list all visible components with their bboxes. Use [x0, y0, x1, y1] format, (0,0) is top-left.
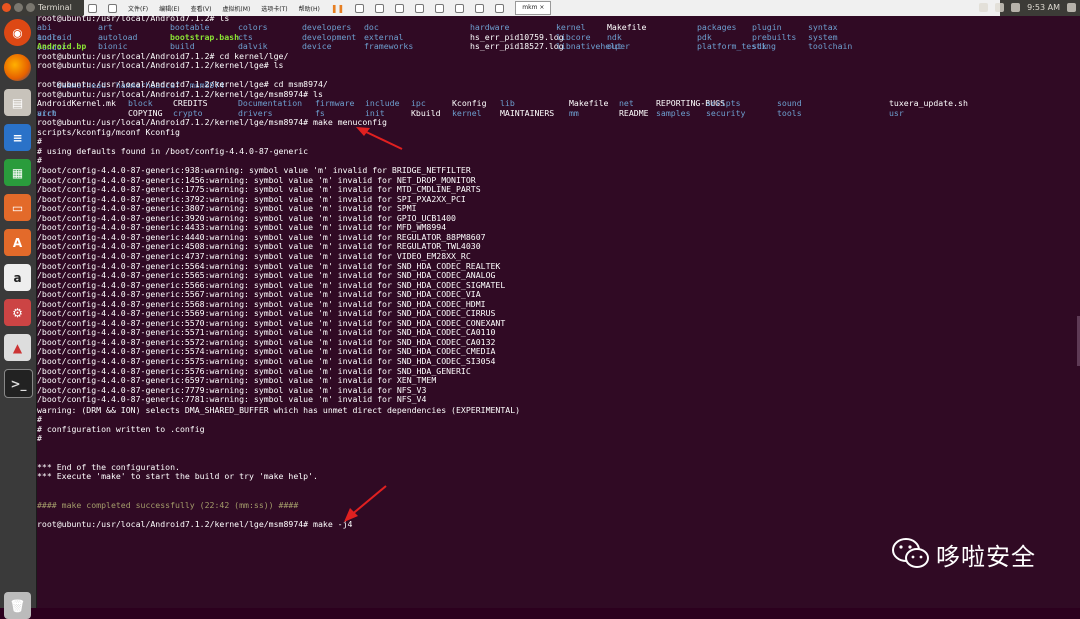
terminal-line: scripts/kconfig/mconf Kconfig — [37, 127, 180, 137]
watermark-text: 哆啦安全 — [936, 542, 1036, 571]
launcher: ◉ ▤ ≡ ▦ ▭ A a ⚙ ▲ >_ 🗑 — [0, 16, 37, 619]
settings-icon[interactable]: ⚙ — [4, 299, 31, 326]
vm-menu-tabs[interactable]: 选项卡(T) — [261, 4, 287, 13]
snapshot-manager-icon[interactable] — [415, 3, 425, 13]
trash-icon[interactable]: 🗑 — [4, 592, 31, 619]
ls-entry: libnativehelper — [556, 41, 630, 51]
ls-entry: kernel — [452, 108, 482, 118]
firefox-icon[interactable] — [4, 54, 31, 81]
software-center-icon[interactable]: A — [4, 229, 31, 256]
ls-entry: frameworks — [364, 41, 414, 51]
console-view-icon[interactable] — [475, 3, 485, 13]
terminal-line: *** Execute 'make' to start the build or… — [37, 471, 318, 481]
ls-entry: toolchain — [808, 41, 853, 51]
minimize-window-button[interactable] — [14, 3, 23, 12]
impress-icon[interactable]: ▭ — [4, 194, 31, 221]
amazon-icon[interactable]: a — [4, 264, 31, 291]
network-icon[interactable] — [979, 3, 989, 12]
ls-entry: security — [706, 108, 746, 118]
vm-tab-label: mkm — [522, 4, 538, 11]
ls-entry: usr — [889, 108, 904, 118]
ls-entry: hs_err_pid18527.log — [470, 41, 564, 51]
vm-tab[interactable]: mkm × — [515, 1, 552, 15]
writer-icon[interactable]: ≡ — [4, 124, 31, 151]
home-icon[interactable] — [108, 3, 117, 13]
pause-icon[interactable]: ❚❚ — [331, 4, 344, 13]
vm-menu-view[interactable]: 查看(V) — [191, 4, 212, 13]
wechat-icon — [892, 538, 929, 568]
terminal-line: # configuration written to .config — [37, 424, 205, 434]
vm-menu-help[interactable]: 帮助(H) — [299, 4, 320, 13]
calc-icon[interactable]: ▦ — [4, 159, 31, 186]
ls-entry: sdk — [752, 41, 767, 51]
terminal-line: # — [37, 433, 42, 443]
ls-entry: device — [302, 41, 332, 51]
gear-icon[interactable] — [1067, 3, 1076, 12]
ls-entry: samples — [656, 108, 691, 118]
terminal-icon[interactable]: >_ — [4, 369, 33, 398]
terminal-line: root@ubuntu:/usr/local/Android7.1.2/kern… — [37, 60, 284, 70]
vm-menu-file[interactable]: 文件(F) — [128, 4, 148, 13]
close-window-button[interactable] — [2, 3, 11, 12]
clock[interactable]: 9:53 AM — [1027, 3, 1060, 12]
warning-line: /boot/config-4.4.0-87-generic:7781:warni… — [37, 394, 427, 405]
snapshot-icon[interactable] — [375, 3, 385, 13]
files-icon[interactable]: ▤ — [4, 89, 31, 116]
fullscreen-icon[interactable] — [435, 3, 445, 13]
window-controls — [2, 3, 35, 12]
annotation-arrow — [344, 485, 387, 522]
make-complete-line: #### make completed successfully (22:42 … — [37, 500, 299, 510]
vm-menu-vm[interactable]: 虚拟机(M) — [222, 4, 250, 13]
system-tray: 9:53 AM — [979, 3, 1076, 12]
vm-menu-edit[interactable]: 编辑(E) — [159, 4, 179, 13]
unity-icon[interactable] — [455, 3, 465, 13]
ls-entry: platform_testing — [697, 41, 776, 51]
ls-entry: README — [619, 108, 649, 118]
terminal-line: warning: (DRM && ION) selects DMA_SHARED… — [37, 405, 521, 415]
ls-entry: mm — [569, 108, 579, 118]
stretch-icon[interactable] — [495, 3, 505, 13]
ls-entry: MAINTAINERS — [500, 108, 555, 118]
terminal-line: # using defaults found in /boot/config-4… — [37, 146, 309, 156]
watermark: 哆啦安全 — [890, 536, 1036, 572]
volume-icon[interactable] — [1011, 3, 1021, 12]
warning-line: /boot/config-4.4.0-87-generic:4737:warni… — [37, 250, 471, 261]
send-keys-icon[interactable] — [355, 3, 365, 13]
window-title: Terminal — [38, 3, 72, 12]
revert-snapshot-icon[interactable] — [395, 3, 405, 13]
close-tab-icon[interactable]: × — [539, 4, 544, 11]
pin-icon[interactable] — [88, 3, 97, 13]
annotation-arrow — [356, 127, 403, 150]
ubuntu-dash-icon[interactable]: ◉ — [4, 19, 31, 46]
ls-entry: Kbuild — [411, 108, 441, 118]
ls-entry: out — [607, 41, 622, 51]
make-j4-command: root@ubuntu:/usr/local/Android7.1.2/kern… — [37, 519, 353, 529]
maximize-window-button[interactable] — [26, 3, 35, 12]
vlc-icon[interactable]: ▲ — [4, 334, 31, 361]
ls-entry: tools — [777, 108, 802, 118]
keyboard-icon[interactable] — [995, 3, 1005, 12]
terminal-window[interactable]: root@ubuntu:/usr/local/Android7.1.2# ls … — [37, 13, 1080, 608]
